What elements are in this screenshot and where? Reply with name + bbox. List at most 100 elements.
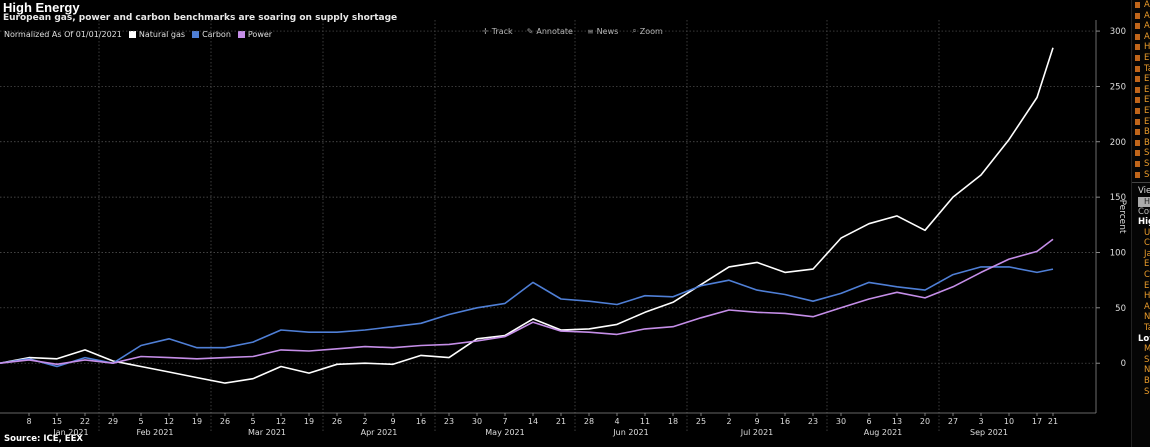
line-chart: 050100150200250300Percent8 15 22 29 5 12 19 26 5… — [0, 20, 1127, 444]
item-marker-icon — [1135, 150, 1140, 157]
x-month-label: Jun 2021 — [612, 428, 648, 437]
x-month-label: Jul 2021 — [740, 428, 774, 437]
side-list-item[interactable]: Ec — [1132, 85, 1150, 96]
side-panel: ArArArArHoETTaETEcETETETBuBuSeSeSeViewHa… — [1131, 0, 1150, 447]
side-list-item[interactable]: Se — [1132, 159, 1150, 170]
side-list-item[interactable]: Hor — [1132, 291, 1150, 302]
x-month-label: Aug 2021 — [864, 428, 903, 437]
side-list-item[interactable]: Bra — [1132, 376, 1150, 387]
y-tick-label: 100 — [1110, 248, 1126, 258]
side-list-item[interactable]: Ar — [1132, 32, 1150, 43]
x-tick-label: 16 — [780, 417, 790, 426]
item-marker-icon — [1135, 12, 1140, 19]
side-list-item[interactable]: Asi — [1132, 302, 1150, 313]
x-tick-label: 5 — [250, 417, 255, 426]
side-list-item[interactable]: ET — [1132, 74, 1150, 85]
side-list-item[interactable]: Ar — [1132, 11, 1150, 22]
x-tick-label: 18 — [668, 417, 678, 426]
x-tick-label: 2 — [362, 417, 367, 426]
x-tick-label: 26 — [332, 417, 342, 426]
x-tick-label: 9 — [754, 417, 759, 426]
series-line-carbon — [0, 266, 1054, 368]
side-list-item[interactable]: Chi — [1132, 238, 1150, 249]
side-list-item[interactable]: Sou — [1132, 355, 1150, 366]
series-line-natural-gas — [0, 47, 1054, 384]
x-tick-label: 11 — [640, 417, 650, 426]
side-list-item[interactable]: Tai — [1132, 323, 1150, 334]
x-month-label: Sep 2021 — [970, 428, 1008, 437]
side-list-item[interactable]: Bu — [1132, 127, 1150, 138]
side-list-item[interactable]: Ar — [1132, 21, 1150, 32]
side-list-item[interactable]: ET — [1132, 117, 1150, 128]
item-marker-icon — [1135, 118, 1140, 125]
x-tick-label: 9 — [390, 417, 395, 426]
side-list-item[interactable]: Ar — [1132, 0, 1150, 11]
y-tick-label: 50 — [1115, 304, 1126, 314]
side-list-item[interactable]: Bu — [1132, 138, 1150, 149]
x-tick-label: 15 — [52, 417, 62, 426]
x-tick-label: 4 — [614, 417, 619, 426]
x-tick-label: 22 — [80, 417, 90, 426]
x-tick-label: 23 — [444, 417, 454, 426]
section-header-low[interactable]: Low — [1132, 334, 1150, 345]
x-tick-label: 19 — [304, 417, 314, 426]
x-tick-label: 12 — [276, 417, 286, 426]
side-list-item[interactable]: Sou — [1132, 387, 1150, 398]
x-month-label: Feb 2021 — [136, 428, 173, 437]
source-note: Source: ICE, EEX — [4, 434, 83, 444]
x-tick-label: 17 — [1032, 417, 1042, 426]
y-axis-label: Percent — [1117, 200, 1127, 234]
side-list-item[interactable]: Jap — [1132, 249, 1150, 260]
x-tick-label: 13 — [892, 417, 902, 426]
y-tick-label: 250 — [1110, 82, 1126, 92]
side-list-item[interactable]: ET — [1132, 95, 1150, 106]
side-list-item[interactable]: Eu — [1132, 259, 1150, 270]
side-list-item[interactable]: Nor — [1132, 365, 1150, 376]
y-tick-label: 0 — [1121, 359, 1126, 369]
side-list-item[interactable]: ET — [1132, 106, 1150, 117]
item-marker-icon — [1135, 171, 1140, 178]
x-tick-label: 7 — [502, 417, 507, 426]
x-tick-label: 21 — [556, 417, 566, 426]
item-marker-icon — [1135, 23, 1140, 30]
item-marker-icon — [1135, 97, 1140, 104]
side-list-item[interactable]: Eu — [1132, 281, 1150, 292]
view-selector[interactable]: Ha — [1138, 197, 1150, 208]
divider — [1132, 182, 1150, 184]
item-marker-icon — [1135, 44, 1140, 51]
x-tick-label: 28 — [584, 417, 594, 426]
x-tick-label: 23 — [808, 417, 818, 426]
side-list-item[interactable]: Can — [1132, 270, 1150, 281]
side-list-item[interactable]: Nor — [1132, 312, 1150, 323]
x-tick-label: 5 — [138, 417, 143, 426]
y-tick-label: 300 — [1110, 27, 1126, 37]
series-line-power — [0, 238, 1054, 366]
x-tick-label: 30 — [836, 417, 846, 426]
item-marker-icon — [1135, 33, 1140, 40]
side-list-item[interactable]: Se — [1132, 170, 1150, 181]
x-tick-label: 20 — [920, 417, 930, 426]
item-marker-icon — [1135, 86, 1140, 93]
side-list-item[interactable]: Mal — [1132, 344, 1150, 355]
x-tick-label: 21 — [1048, 417, 1058, 426]
x-tick-label: 29 — [108, 417, 118, 426]
side-list-item[interactable]: Ta — [1132, 64, 1150, 75]
x-tick-label: 2 — [726, 417, 731, 426]
x-month-label: Apr 2021 — [361, 428, 398, 437]
x-tick-label: 16 — [416, 417, 426, 426]
column-header-country[interactable]: Cour — [1132, 207, 1150, 217]
x-tick-label: 6 — [866, 417, 871, 426]
item-marker-icon — [1135, 76, 1140, 83]
x-tick-label: 19 — [192, 417, 202, 426]
x-tick-label: 8 — [26, 417, 31, 426]
side-list-item[interactable]: Uni — [1132, 228, 1150, 239]
item-marker-icon — [1135, 65, 1140, 72]
side-list-item[interactable]: ET — [1132, 53, 1150, 64]
side-list-item[interactable]: Ho — [1132, 42, 1150, 53]
item-marker-icon — [1135, 139, 1140, 146]
y-tick-label: 200 — [1110, 138, 1126, 148]
view-menu[interactable]: View — [1132, 185, 1150, 197]
section-header-high[interactable]: High — [1132, 217, 1150, 228]
side-list-item[interactable]: Se — [1132, 148, 1150, 159]
x-tick-label: 25 — [696, 417, 706, 426]
